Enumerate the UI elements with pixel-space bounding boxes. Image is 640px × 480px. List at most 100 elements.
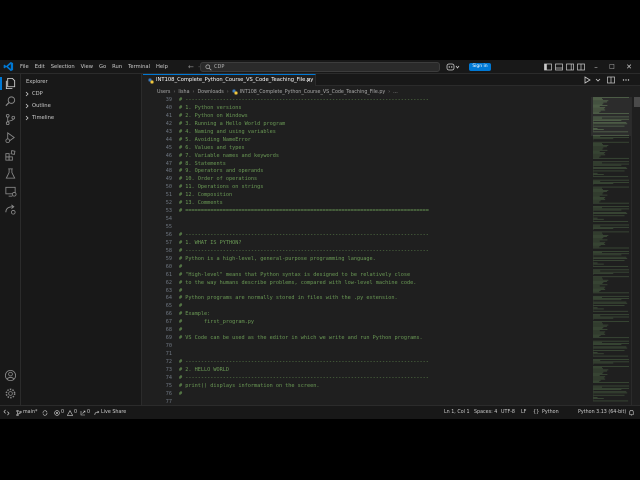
vscode-logo-icon (3, 61, 14, 72)
sidebar-section-outline[interactable]: Outline (21, 101, 142, 111)
run-python-file-icon[interactable] (583, 76, 591, 84)
minimap-line (593, 335, 601, 336)
breadcrumb-item[interactable]: Downloads (197, 90, 223, 95)
indentation-status[interactable]: Spaces: 4 (474, 406, 497, 419)
python-interpreter[interactable]: Python 3.13 (64-bit) (578, 406, 626, 419)
minimap-line (593, 322, 602, 324)
testing-icon[interactable] (4, 167, 17, 180)
more-actions-icon[interactable] (622, 76, 630, 84)
toggle-primary-sidebar-icon[interactable] (544, 63, 552, 71)
command-center[interactable]: CDP (200, 62, 440, 72)
code-line: # Python is a high-level, general-purpos… (179, 255, 376, 262)
manage-gear-icon[interactable] (4, 387, 17, 400)
minimap-line (593, 235, 609, 236)
ports-count[interactable]: 0 (87, 406, 90, 419)
line-number: 45 (165, 144, 172, 151)
minimap-line (593, 382, 629, 383)
minimap-line (593, 325, 607, 327)
menu-run[interactable]: Run (109, 60, 125, 74)
error-count[interactable]: 0 (61, 406, 64, 419)
menu-terminal[interactable]: Terminal (125, 60, 153, 74)
minimap-line (593, 284, 608, 286)
scrollbar-thumb[interactable] (634, 97, 640, 107)
toggle-panel-icon[interactable] (555, 63, 563, 71)
warning-count[interactable]: 0 (74, 406, 77, 419)
run-debug-icon[interactable] (4, 131, 17, 144)
menu-view[interactable]: View (78, 60, 96, 74)
minimap-line (593, 272, 614, 274)
minimap-slider[interactable] (591, 97, 631, 136)
close-window-button[interactable]: ✕ (622, 60, 636, 74)
editor-tab-active[interactable]: INT108_Complete_Python_Course_VS_Code_Te… (143, 74, 316, 86)
minimap[interactable] (591, 97, 631, 405)
maximize-button[interactable]: □ (605, 60, 619, 74)
sidebar-section-label: CDP (32, 91, 43, 97)
menu-help[interactable]: Help (153, 60, 171, 74)
warning-icon (67, 410, 73, 416)
minimap-line (593, 254, 622, 256)
line-number: 72 (165, 358, 172, 365)
minimap-line (593, 378, 606, 380)
minimap-line (593, 186, 629, 188)
remote-indicator[interactable] (0, 406, 13, 419)
run-dropdown-chevron-icon[interactable] (594, 76, 602, 84)
bell-icon[interactable] (628, 409, 635, 416)
minimap-line (593, 386, 602, 388)
language-mode[interactable]: Python (542, 406, 559, 419)
minimap-line (593, 245, 601, 247)
menu-file[interactable]: File (17, 60, 32, 74)
minimap-line (593, 148, 603, 150)
minimap-line (593, 375, 600, 376)
code-editor[interactable]: 39 40 41 42 43 44 45 46 47 48 49 50 51 52 53 54 55 56 57 58… (143, 97, 593, 405)
vertical-scrollbar[interactable] (631, 97, 640, 405)
minimap-line (593, 286, 606, 288)
cursor-position[interactable]: Ln 1, Col 1 (444, 406, 470, 419)
eol-status[interactable]: LF (521, 406, 526, 419)
menu-selection[interactable]: Selection (48, 60, 78, 74)
vscode-window: File Edit Selection View Go Run Terminal… (0, 60, 640, 419)
explorer-icon[interactable] (4, 77, 17, 90)
breadcrumb-item[interactable]: Users (157, 90, 170, 95)
sign-in-button[interactable]: Sign in (469, 63, 491, 71)
minimap-line (593, 246, 600, 248)
breadcrumb-item[interactable]: INT108_Complete_Python_Course_VS_Code_Te… (240, 90, 386, 95)
minimap-line (593, 145, 609, 146)
minimap-line (593, 213, 628, 214)
live-share-status[interactable]: Live Share (101, 406, 126, 419)
account-icon[interactable] (4, 369, 17, 382)
minimap-line (593, 369, 609, 371)
sidebar-section-cdp[interactable]: CDP (21, 89, 142, 99)
close-tab-icon[interactable]: × (306, 75, 311, 86)
breadcrumb: Users › lisha › Downloads › INT108_Compl… (157, 87, 398, 97)
menu-edit[interactable]: Edit (32, 60, 48, 74)
live-share-icon[interactable] (4, 203, 17, 216)
minimap-line (593, 328, 603, 329)
sidebar-section-timeline[interactable]: Timeline (21, 113, 142, 123)
customize-layout-icon[interactable] (577, 63, 585, 71)
branch-status[interactable]: main* (23, 406, 37, 419)
source-control-icon[interactable] (4, 113, 17, 126)
line-number: 54 (165, 216, 172, 223)
encoding-status[interactable]: UTF-8 (501, 406, 515, 419)
breadcrumb-item[interactable]: lisha (178, 90, 189, 95)
menu-go[interactable]: Go (96, 60, 109, 74)
minimap-line (593, 239, 608, 241)
minimize-button[interactable]: – (589, 60, 603, 74)
minimap-line (593, 207, 602, 209)
minimap-line (593, 285, 600, 287)
extensions-icon[interactable] (4, 149, 17, 162)
minimap-line (593, 198, 605, 199)
remote-explorer-icon[interactable] (4, 185, 17, 198)
minimap-line (593, 327, 604, 328)
split-editor-icon[interactable] (607, 76, 615, 84)
breadcrumb-item[interactable]: ... (393, 90, 398, 95)
copilot-icon[interactable] (446, 63, 460, 71)
minimap-line (593, 162, 602, 164)
minimap-line (593, 164, 622, 166)
search-view-icon[interactable] (4, 95, 17, 108)
sync-icon[interactable] (42, 410, 48, 416)
back-arrow-icon[interactable]: ← (188, 60, 194, 74)
toggle-secondary-sidebar-icon[interactable] (566, 63, 574, 71)
search-icon (205, 64, 212, 71)
minimap-line (593, 256, 627, 258)
